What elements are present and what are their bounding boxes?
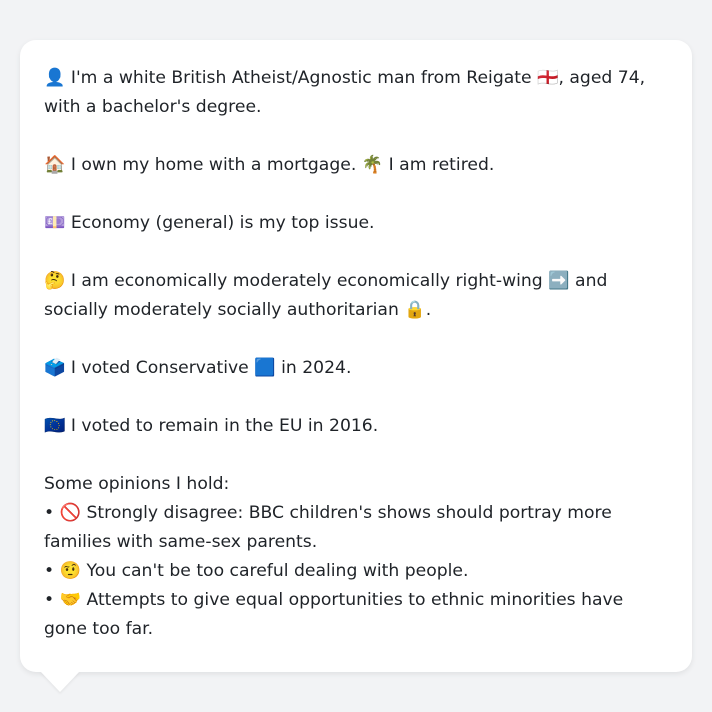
palm-tree-icon: 🌴 [361, 155, 384, 175]
ballot-box-icon: 🗳️ [44, 358, 66, 378]
vote-year-text: in 2024. [281, 358, 352, 378]
ideology-economic-text: I am economically moderately economicall… [70, 271, 543, 291]
bullet: • [44, 561, 55, 581]
home-text: I own my home with a mortgage. [70, 155, 357, 175]
handshake-icon: 🤝 [59, 590, 82, 610]
prohibited-icon: 🚫 [59, 503, 82, 523]
identity-line: 👤 I'm a white British Atheist/Agnostic m… [44, 64, 668, 122]
retired-text: I am retired. [388, 155, 495, 175]
opinion-item: • 🚫 Strongly disagree: BBC children's sh… [44, 499, 668, 557]
vote-text: I voted Conservative [70, 358, 249, 378]
england-flag-icon: 🏴󠁧󠁢󠁥󠁮󠁧󠁿 [537, 68, 559, 88]
opinion-item: • 🤝 Attempts to give equal opportunities… [44, 586, 668, 644]
opinion-item: • 🤨 You can't be too careful dealing wit… [44, 557, 668, 586]
chat-stage: 👤 I'm a white British Atheist/Agnostic m… [0, 0, 712, 712]
brexit-text: I voted to remain in the EU in 2016. [70, 416, 379, 436]
identity-text: I'm a white British Atheist/Agnostic man… [70, 68, 532, 88]
opinion-text: Strongly disagree: BBC children's shows … [44, 503, 612, 552]
message-bubble: 👤 I'm a white British Atheist/Agnostic m… [20, 40, 692, 672]
pound-banknote-icon: 💷 [44, 213, 66, 233]
issue-line: 💷 Economy (general) is my top issue. [44, 209, 668, 238]
opinion-text: You can't be too careful dealing with pe… [86, 561, 469, 581]
issue-text: Economy (general) is my top issue. [70, 213, 375, 233]
blue-square-icon: 🟦 [254, 358, 276, 378]
bubble-tail [40, 671, 80, 692]
person-icon: 👤 [44, 68, 66, 88]
opinion-text: Attempts to give equal opportunities to … [44, 590, 624, 639]
thinking-face-icon: 🤔 [44, 271, 66, 291]
eu-flag-icon: 🇪🇺 [44, 416, 66, 436]
bullet: • [44, 503, 55, 523]
bullet: • [44, 590, 55, 610]
lock-icon: 🔒 [404, 300, 426, 320]
ideology-end: . [425, 300, 432, 320]
vote-line: 🗳️ I voted Conservative 🟦 in 2024. [44, 354, 668, 383]
opinions-heading: Some opinions I hold: [44, 474, 230, 494]
right-arrow-icon: ➡️ [548, 271, 570, 291]
raised-eyebrow-face-icon: 🤨 [59, 561, 82, 581]
house-icon: 🏠 [44, 155, 66, 175]
ideology-line: 🤔 I am economically moderately economica… [44, 267, 668, 325]
brexit-line: 🇪🇺 I voted to remain in the EU in 2016. [44, 412, 668, 441]
home-line: 🏠 I own my home with a mortgage. 🌴 I am … [44, 151, 668, 180]
